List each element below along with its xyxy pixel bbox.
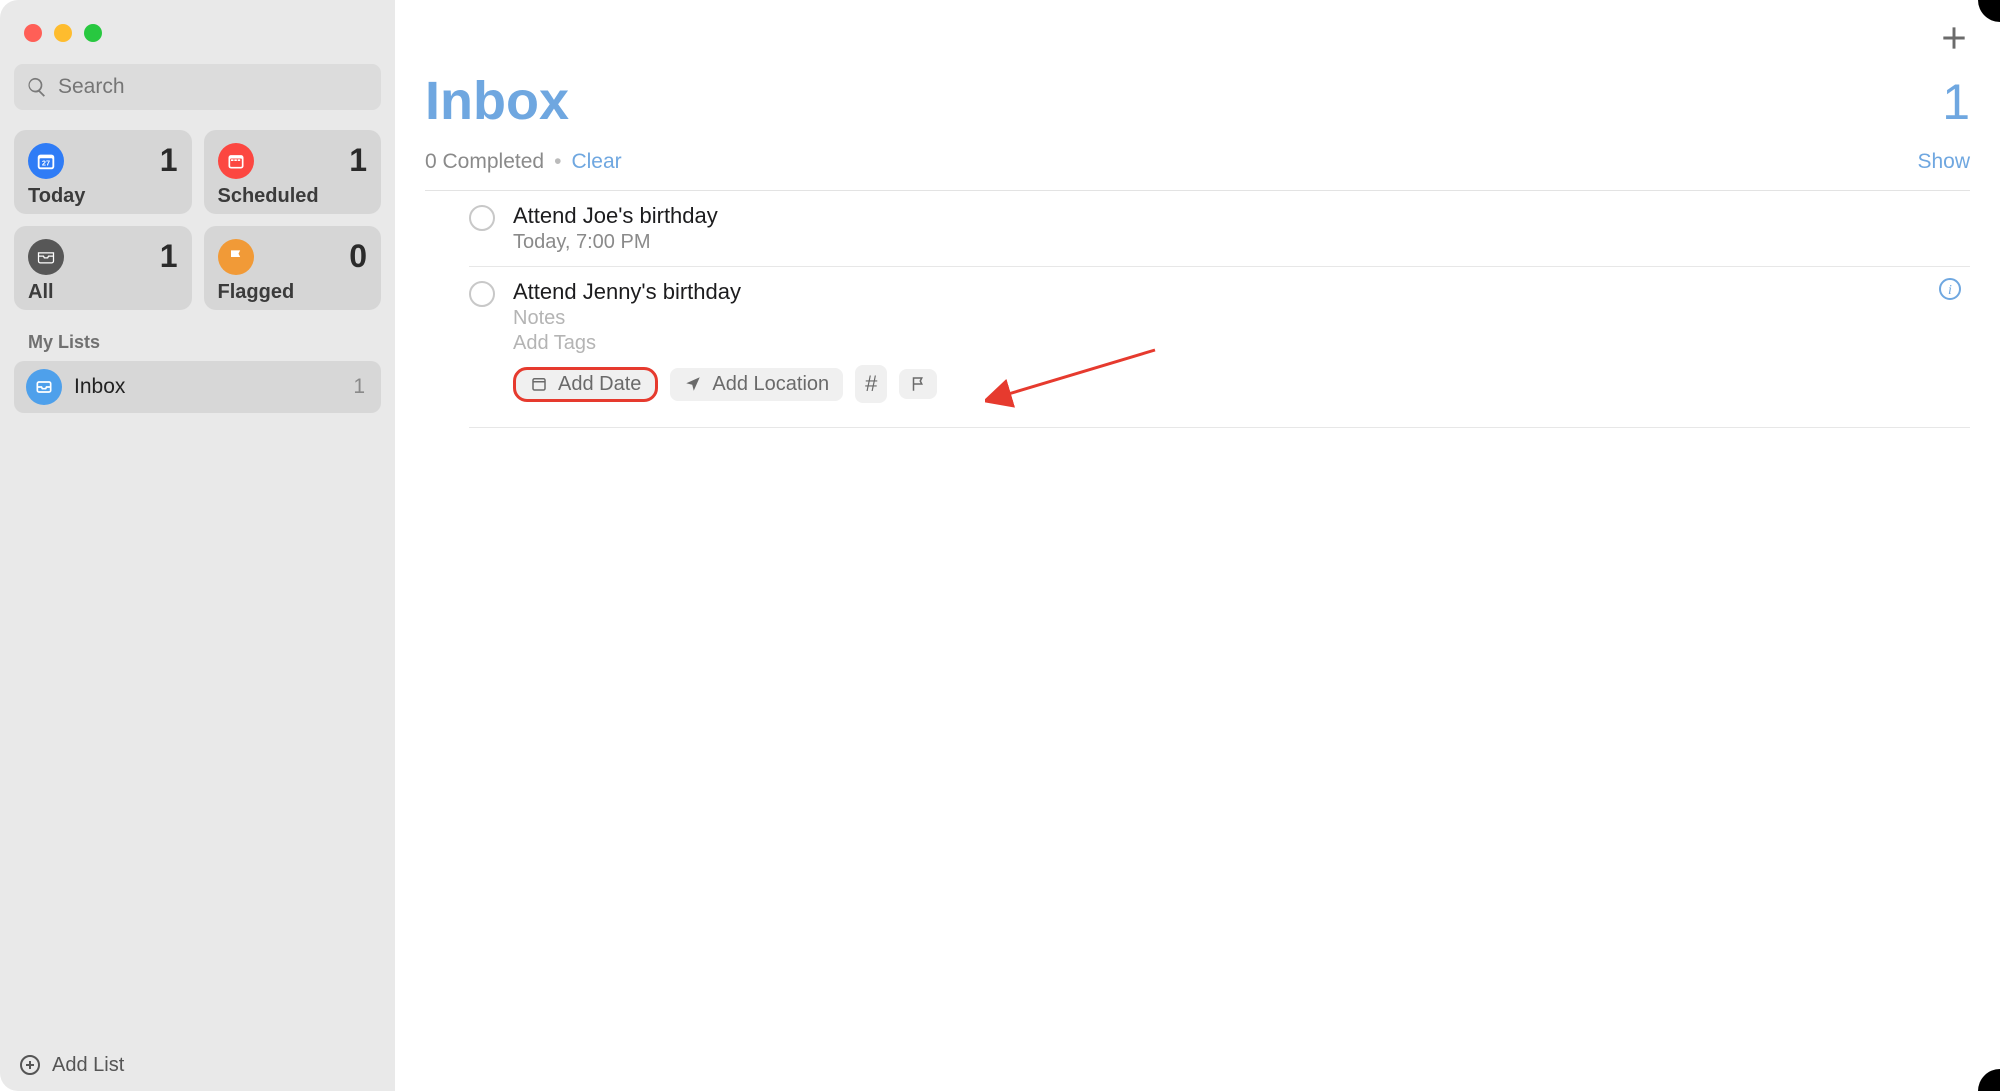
calendar-today-icon: 27	[28, 143, 64, 179]
tile-label: All	[28, 281, 178, 304]
tags-field[interactable]: Add Tags	[513, 332, 1970, 355]
reminder-title[interactable]: Attend Jenny's birthday	[513, 279, 1970, 305]
add-location-button[interactable]: Add Location	[670, 368, 843, 401]
main-pane: Inbox 1 0 Completed • Clear Show Attend …	[395, 0, 2000, 1091]
search-icon	[26, 76, 48, 98]
tile-label: Flagged	[218, 281, 368, 304]
tile-count: 1	[349, 142, 367, 179]
minimize-window-button[interactable]	[54, 24, 72, 42]
search-input[interactable]	[58, 75, 369, 99]
reminder-item[interactable]: Attend Jenny's birthday Notes Add Tags A…	[469, 267, 1970, 427]
list-name: Inbox	[74, 375, 341, 399]
new-reminder-button[interactable]	[1938, 22, 1970, 59]
add-list-button[interactable]: Add List	[18, 1053, 124, 1077]
reminder-body: Attend Joe's birthday Today, 7:00 PM	[513, 203, 1970, 254]
add-date-label: Add Date	[558, 373, 641, 396]
reminder-chip-row: Add Date Add Location #	[513, 365, 1970, 403]
flag-icon	[218, 239, 254, 275]
clear-button[interactable]: Clear	[571, 150, 621, 174]
calendar-icon	[530, 375, 548, 393]
reminder-title[interactable]: Attend Joe's birthday	[513, 203, 1970, 229]
reminder-date: Today, 7:00 PM	[513, 231, 1970, 254]
svg-text:i: i	[1948, 283, 1952, 298]
close-window-button[interactable]	[24, 24, 42, 42]
tile-count: 1	[160, 142, 178, 179]
complete-toggle[interactable]	[469, 205, 495, 231]
complete-toggle[interactable]	[469, 281, 495, 307]
add-location-label: Add Location	[712, 373, 829, 396]
add-date-button[interactable]: Add Date	[513, 367, 658, 402]
page-count: 1	[1942, 73, 1970, 131]
tray-icon	[28, 239, 64, 275]
reminder-item[interactable]: Attend Joe's birthday Today, 7:00 PM	[469, 191, 1970, 266]
flag-icon	[909, 375, 927, 393]
calendar-icon	[218, 143, 254, 179]
list-count: 1	[353, 375, 365, 399]
tile-label: Scheduled	[218, 185, 368, 208]
sidebar-tile-all[interactable]: 1 All	[14, 226, 192, 310]
sidebar-list-inbox[interactable]: Inbox 1	[14, 361, 381, 413]
tile-label: Today	[28, 185, 178, 208]
plus-icon	[1938, 22, 1970, 54]
svg-text:27: 27	[42, 158, 50, 167]
tray-icon	[26, 369, 62, 405]
sidebar-tile-flagged[interactable]: 0 Flagged	[204, 226, 382, 310]
location-arrow-icon	[684, 375, 702, 393]
sidebar-filter-grid: 27 1 Today 1 Scheduled	[14, 130, 381, 310]
add-list-label: Add List	[52, 1054, 124, 1077]
my-lists-header: My Lists	[14, 328, 381, 361]
main-header: Inbox 1	[425, 0, 1970, 132]
sidebar-tile-today[interactable]: 27 1 Today	[14, 130, 192, 214]
flag-button[interactable]	[899, 369, 937, 399]
notes-field[interactable]: Notes	[513, 307, 1970, 330]
sidebar: 27 1 Today 1 Scheduled	[0, 0, 395, 1091]
page-title: Inbox	[425, 70, 569, 132]
reminder-list: Attend Joe's birthday Today, 7:00 PM Att…	[425, 191, 1970, 428]
info-icon[interactable]: i	[1938, 277, 1962, 301]
plus-circle-icon	[18, 1053, 42, 1077]
tile-count: 1	[160, 238, 178, 275]
add-tag-button[interactable]: #	[855, 365, 887, 403]
hash-icon: #	[865, 371, 877, 397]
completed-bar: 0 Completed • Clear Show	[425, 150, 1970, 191]
app-window: 27 1 Today 1 Scheduled	[0, 0, 2000, 1091]
show-button[interactable]: Show	[1917, 150, 1970, 174]
reminder-body: Attend Jenny's birthday Notes Add Tags A…	[513, 279, 1970, 415]
completed-count: 0 Completed	[425, 150, 544, 174]
fullscreen-window-button[interactable]	[84, 24, 102, 42]
separator-dot: •	[554, 150, 561, 174]
sidebar-tile-scheduled[interactable]: 1 Scheduled	[204, 130, 382, 214]
window-controls	[14, 14, 381, 60]
search-box[interactable]	[14, 64, 381, 110]
tile-count: 0	[349, 238, 367, 275]
